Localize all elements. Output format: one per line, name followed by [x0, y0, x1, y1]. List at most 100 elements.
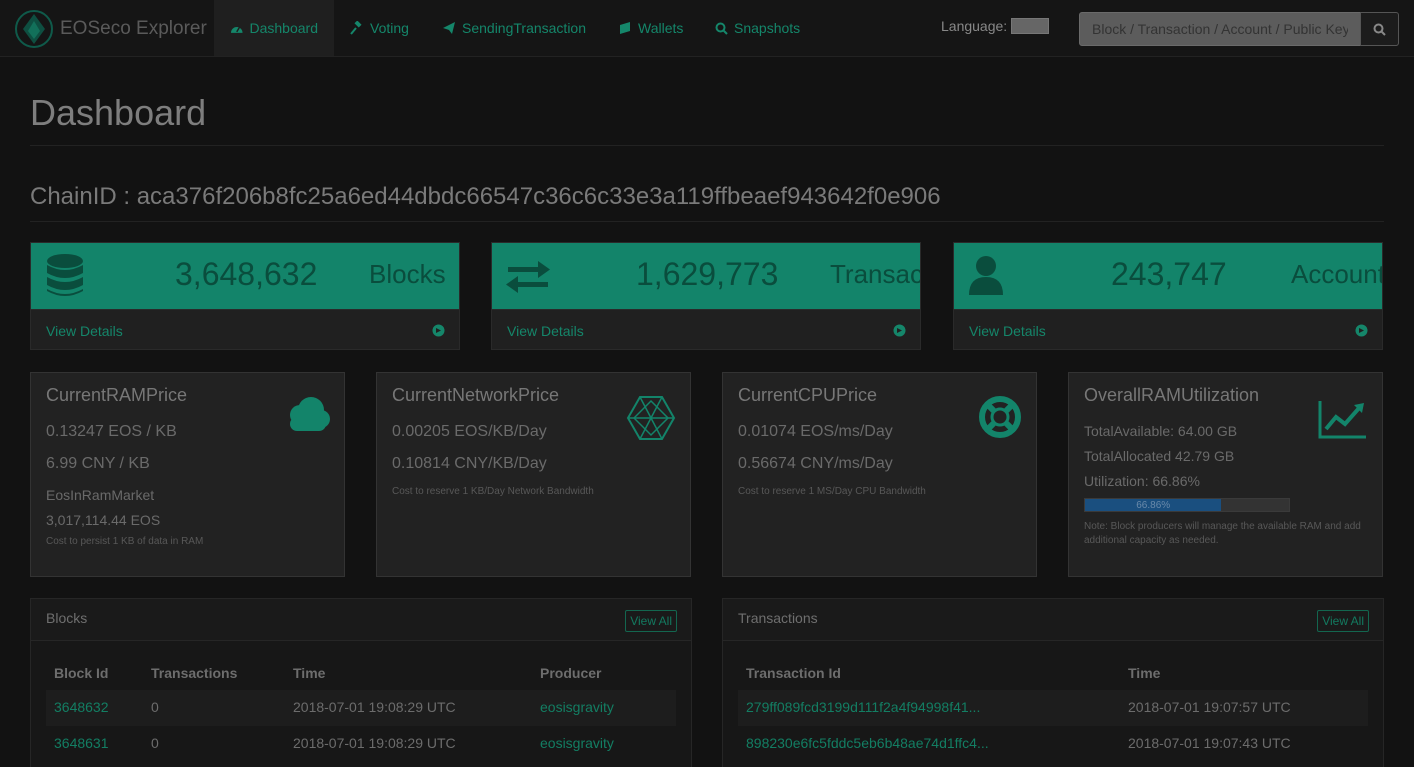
- network-price-eos: 0.00205 EOS/KB/Day: [392, 423, 547, 440]
- exchange-icon: [506, 261, 550, 293]
- stat-header: 1,629,773 Transactions: [492, 243, 920, 309]
- view-details-link[interactable]: View Details: [969, 323, 1046, 339]
- transaction-time: 2018-07-01 19:07:57 UTC: [1128, 699, 1291, 715]
- dashboard-icon: [230, 26, 243, 33]
- divider: [30, 145, 1384, 146]
- ram-utilization-card: OverallRAMUtilization TotalAvailable: 64…: [1068, 372, 1383, 577]
- search-button[interactable]: [1360, 12, 1399, 46]
- search-icon: [715, 22, 728, 35]
- network-price-cny: 0.10814 CNY/KB/Day: [392, 455, 547, 472]
- block-id-link[interactable]: 3648631: [54, 735, 109, 751]
- blocks-stat-panel: 3,648,632 Blocks View Details: [30, 242, 460, 350]
- search-input[interactable]: [1079, 12, 1361, 46]
- column-header-time[interactable]: Time: [293, 665, 325, 681]
- gavel-icon: [350, 21, 362, 35]
- network-icon: [626, 396, 676, 440]
- ram-total-allocated: TotalAllocated 42.79 GB: [1084, 448, 1235, 464]
- progress-fill: 66.86%: [1085, 499, 1222, 511]
- network-price-note: Cost to reserve 1 KB/Day Network Bandwid…: [392, 486, 594, 497]
- transactions-view-details[interactable]: View Details: [492, 309, 920, 349]
- block-time: 2018-07-01 19:08:29 UTC: [293, 735, 456, 751]
- blocks-label: Blocks: [369, 259, 446, 289]
- accounts-view-details[interactable]: View Details: [954, 309, 1382, 349]
- line-chart-icon: [1318, 401, 1366, 439]
- view-details-link[interactable]: View Details: [507, 323, 584, 339]
- cpu-price-title: CurrentCPUPrice: [738, 385, 878, 405]
- language-select[interactable]: [1011, 18, 1050, 34]
- block-time: 2018-07-01 19:08:29 UTC: [293, 699, 456, 715]
- accounts-count: 243,747: [1111, 256, 1227, 292]
- column-header-block-id[interactable]: Block Id: [54, 665, 108, 681]
- block-producer-link[interactable]: eosisgravity: [540, 699, 614, 715]
- transactions-panel-header: Transactions View All: [723, 599, 1383, 641]
- nav-sending-transaction[interactable]: SendingTransaction: [426, 0, 602, 56]
- cpu-price-note: Cost to reserve 1 MS/Day CPU Bandwidth: [738, 486, 926, 497]
- chain-id: ChainID : aca376f206b8fc25a6ed44dbdc6654…: [30, 183, 941, 210]
- block-transactions: 0: [151, 699, 159, 715]
- cpu-price-eos: 0.01074 EOS/ms/Day: [738, 423, 893, 440]
- blocks-view-all-button[interactable]: View All: [625, 610, 677, 632]
- language-label: Language:: [941, 18, 1008, 34]
- ram-market-value: 3,017,114.44 EOS: [46, 512, 161, 528]
- accounts-label: Accounts: [1291, 259, 1382, 289]
- transactions-stat-panel: 1,629,773 Transactions View Details: [491, 242, 921, 350]
- network-price-card: CurrentNetworkPrice 0.00205 EOS/KB/Day 0…: [376, 372, 691, 577]
- wallet-icon: [620, 22, 630, 34]
- stat-header: 243,747 Accounts: [954, 243, 1382, 309]
- ram-total-available: TotalAvailable: 64.00 GB: [1084, 423, 1238, 439]
- ram-utilization-value: Utilization: 66.86%: [1084, 473, 1200, 489]
- cpu-price-cny: 0.56674 CNY/ms/Day: [738, 455, 893, 472]
- view-details-link[interactable]: View Details: [46, 323, 123, 339]
- column-header-transaction-id[interactable]: Transaction Id: [746, 665, 841, 681]
- block-producer-link[interactable]: eosisgravity: [540, 735, 614, 751]
- nav-wallets[interactable]: Wallets: [602, 0, 699, 56]
- nav-snapshots[interactable]: Snapshots: [699, 0, 816, 56]
- transactions-label: Transactions: [830, 259, 920, 289]
- top-navbar: EOSeco Explorer Dashboard Voting Sending…: [0, 0, 1414, 57]
- language-switcher: Language:: [941, 18, 1050, 34]
- stat-header: 3,648,632 Blocks: [31, 243, 459, 309]
- ram-utilization-progress: 66.86%: [1084, 498, 1290, 512]
- ram-price-cny: 6.99 CNY / KB: [46, 455, 150, 472]
- brand[interactable]: EOSeco Explorer: [14, 9, 207, 49]
- blocks-view-details[interactable]: View Details: [31, 309, 459, 349]
- table-row: 3648632 0 2018-07-01 19:08:29 UTC eosisg…: [46, 690, 676, 726]
- transactions-panel-title: Transactions: [738, 610, 818, 626]
- ram-utilization-title: OverallRAMUtilization: [1084, 385, 1260, 405]
- ram-price-title: CurrentRAMPrice: [46, 385, 188, 405]
- nav-snapshots-label: Snapshots: [734, 20, 801, 36]
- ram-price-note: Cost to persist 1 KB of data in RAM: [46, 536, 204, 547]
- table-row: 898230e6fc5fddc5eb6b48ae74d1ffc4... 2018…: [738, 726, 1368, 762]
- life-ring-icon: [979, 396, 1021, 438]
- arrow-circle-right-icon: [893, 324, 906, 337]
- transaction-id-link[interactable]: 898230e6fc5fddc5eb6b48ae74d1ffc4...: [746, 735, 989, 751]
- user-icon: [969, 256, 1003, 295]
- block-id-link[interactable]: 3648632: [54, 699, 109, 715]
- ram-price-eos: 0.13247 EOS / KB: [46, 423, 177, 440]
- ram-market-label: EosInRamMarket: [46, 487, 155, 503]
- arrow-circle-right-icon: [432, 324, 445, 337]
- page-title: Dashboard: [30, 92, 207, 133]
- column-header-transactions[interactable]: Transactions: [151, 665, 237, 681]
- eoseco-logo-icon: [15, 10, 53, 48]
- table-row: 3648631 0 2018-07-01 19:08:29 UTC eosisg…: [46, 726, 676, 762]
- nav-voting[interactable]: Voting: [334, 0, 425, 56]
- nav-voting-label: Voting: [370, 20, 409, 36]
- column-header-producer[interactable]: Producer: [540, 665, 601, 681]
- transaction-time: 2018-07-01 19:07:43 UTC: [1128, 735, 1291, 751]
- nav-dashboard-label: Dashboard: [249, 20, 319, 36]
- column-header-time[interactable]: Time: [1128, 665, 1160, 681]
- network-price-title: CurrentNetworkPrice: [392, 385, 560, 405]
- database-icon: [47, 254, 83, 296]
- accounts-stat-panel: 243,747 Accounts View Details: [953, 242, 1383, 350]
- paper-plane-icon: [443, 22, 455, 34]
- transactions-count: 1,629,773: [636, 256, 779, 292]
- table-row: 279ff089fcd3199d111f2a4f94998f41... 2018…: [738, 690, 1368, 726]
- nav-dashboard[interactable]: Dashboard: [214, 0, 334, 56]
- cloud-icon: [290, 397, 330, 431]
- app-title: EOSeco Explorer: [60, 18, 207, 39]
- arrow-circle-right-icon: [1355, 324, 1368, 337]
- blocks-count: 3,648,632: [175, 256, 318, 292]
- transaction-id-link[interactable]: 279ff089fcd3199d111f2a4f94998f41...: [746, 699, 980, 715]
- transactions-view-all-button[interactable]: View All: [1317, 610, 1369, 632]
